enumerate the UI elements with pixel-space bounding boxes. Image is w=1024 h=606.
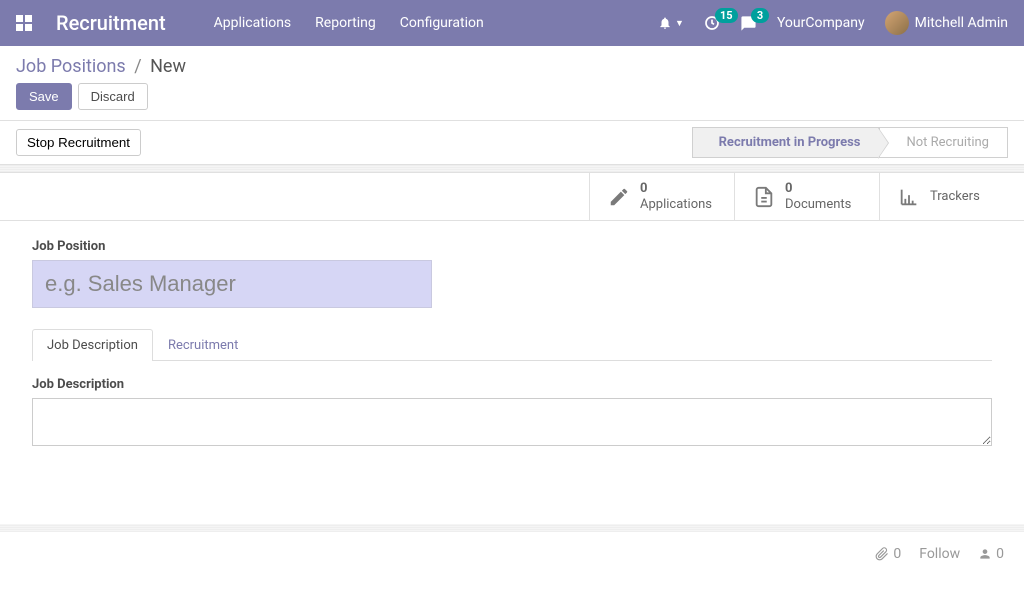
followers-count: 0 xyxy=(996,546,1004,562)
job-position-input[interactable] xyxy=(32,260,432,308)
breadcrumb-parent[interactable]: Job Positions xyxy=(16,56,126,77)
paperclip-icon xyxy=(875,547,889,561)
breadcrumb-current: New xyxy=(150,56,186,77)
user-name: Mitchell Admin xyxy=(915,15,1008,31)
job-description-textarea[interactable] xyxy=(32,398,992,446)
applications-count: 0 xyxy=(640,181,712,197)
applications-label: Applications xyxy=(640,197,712,213)
stage-not-recruiting[interactable]: Not Recruiting xyxy=(879,127,1008,158)
menu-configuration[interactable]: Configuration xyxy=(400,15,484,31)
stat-applications[interactable]: 0 Applications xyxy=(589,173,734,220)
messages-badge: 3 xyxy=(751,8,769,23)
job-description-label: Job Description xyxy=(32,377,992,392)
attachments-count: 0 xyxy=(893,546,901,562)
tab-recruitment[interactable]: Recruitment xyxy=(153,329,253,361)
activities-badge: 15 xyxy=(715,8,738,23)
followers-button[interactable]: 0 xyxy=(978,546,1004,562)
stat-documents[interactable]: 0 Documents xyxy=(734,173,879,220)
tab-job-description[interactable]: Job Description xyxy=(32,329,153,361)
documents-label: Documents xyxy=(785,197,851,213)
save-button[interactable]: Save xyxy=(16,83,72,110)
document-icon xyxy=(753,186,775,208)
menu-applications[interactable]: Applications xyxy=(214,15,292,31)
attachments-button[interactable]: 0 xyxy=(875,546,901,562)
activities-icon[interactable]: 15 xyxy=(704,15,720,31)
stat-trackers[interactable]: Trackers xyxy=(879,173,1024,220)
apps-icon[interactable] xyxy=(16,15,32,31)
breadcrumb: Job Positions / New xyxy=(16,56,1008,77)
app-brand: Recruitment xyxy=(56,11,166,35)
avatar xyxy=(885,11,909,35)
user-menu[interactable]: Mitchell Admin xyxy=(885,11,1008,35)
messages-icon[interactable]: 3 xyxy=(740,15,757,32)
discard-button[interactable]: Discard xyxy=(78,83,148,110)
job-position-label: Job Position xyxy=(32,239,992,254)
bar-chart-icon xyxy=(898,186,920,208)
follow-button[interactable]: Follow xyxy=(919,546,960,562)
user-icon xyxy=(978,547,992,561)
pencil-icon xyxy=(608,186,630,208)
stage-recruitment-in-progress[interactable]: Recruitment in Progress xyxy=(692,127,880,158)
menu-reporting[interactable]: Reporting xyxy=(315,15,376,31)
documents-count: 0 xyxy=(785,181,851,197)
stop-recruitment-button[interactable]: Stop Recruitment xyxy=(16,129,141,156)
notifications-icon[interactable]: ▼ xyxy=(658,16,684,30)
trackers-label: Trackers xyxy=(930,189,980,205)
company-switcher[interactable]: YourCompany xyxy=(777,15,865,31)
